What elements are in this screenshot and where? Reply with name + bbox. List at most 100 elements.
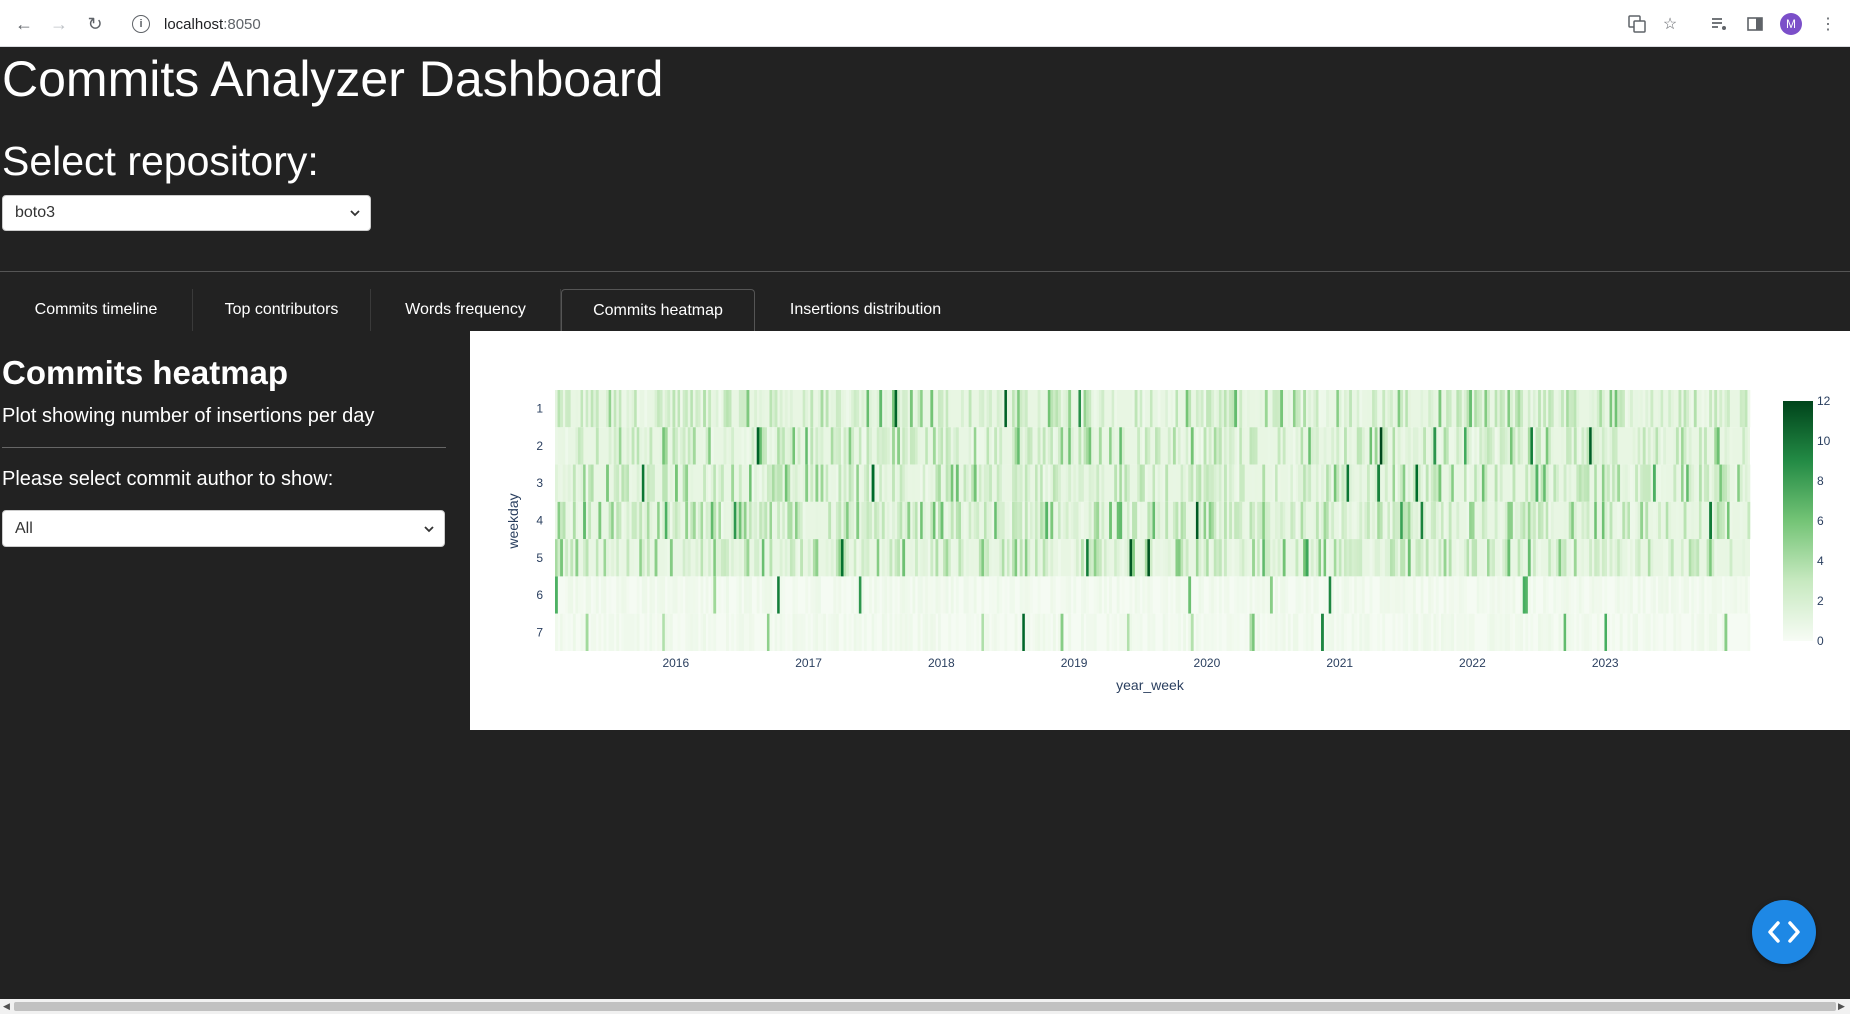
heatmap-cell[interactable]	[738, 613, 742, 651]
heatmap-cell[interactable]	[1147, 501, 1151, 540]
heatmap-cell[interactable]	[1719, 501, 1723, 540]
heatmap-cell[interactable]	[636, 576, 640, 614]
heatmap-cell[interactable]	[769, 539, 773, 577]
heatmap-cell[interactable]	[1448, 464, 1452, 502]
heatmap-cell[interactable]	[1175, 501, 1179, 540]
heatmap-cell[interactable]	[1509, 464, 1513, 502]
heatmap-cell[interactable]	[1629, 390, 1633, 428]
heatmap-cell[interactable]	[1045, 464, 1049, 502]
heatmap-cell[interactable]	[1050, 427, 1054, 465]
heatmap-cell[interactable]	[1571, 464, 1575, 502]
heatmap-cell[interactable]	[843, 427, 847, 465]
heatmap-cell[interactable]	[1037, 464, 1041, 502]
heatmap-cell[interactable]	[1571, 613, 1575, 651]
heatmap-cell[interactable]	[1387, 539, 1391, 577]
heatmap-cell[interactable]	[1520, 613, 1524, 651]
heatmap-cell[interactable]	[1405, 427, 1409, 465]
heatmap-cell[interactable]	[631, 390, 635, 428]
heatmap-cell[interactable]	[950, 464, 954, 502]
heatmap-cell[interactable]	[1507, 576, 1511, 614]
heatmap-cell[interactable]	[981, 464, 985, 502]
heatmap-cell[interactable]	[1481, 501, 1485, 540]
heatmap-cell[interactable]	[779, 539, 783, 577]
heatmap-cell[interactable]	[1673, 464, 1677, 502]
heatmap-cell[interactable]	[1045, 539, 1049, 577]
heatmap-cell[interactable]	[646, 501, 650, 540]
heatmap-cell[interactable]	[1675, 576, 1679, 614]
heatmap-cell[interactable]	[1218, 501, 1222, 540]
heatmap-cell[interactable]	[636, 427, 640, 465]
heatmap-cell[interactable]	[978, 427, 982, 465]
heatmap-cell[interactable]	[657, 613, 660, 651]
heatmap-cell[interactable]	[565, 390, 569, 428]
heatmap-cell[interactable]	[1520, 427, 1524, 465]
heatmap-cell[interactable]	[840, 427, 844, 465]
heatmap-cell[interactable]	[1165, 539, 1169, 577]
heatmap-cell[interactable]	[1446, 427, 1449, 465]
heatmap-cell[interactable]	[922, 576, 926, 614]
heatmap-cell[interactable]	[925, 613, 929, 651]
heatmap-cell[interactable]	[723, 427, 727, 465]
heatmap-cell[interactable]	[1201, 501, 1204, 540]
heatmap-cell[interactable]	[1584, 613, 1587, 651]
heatmap-cell[interactable]	[782, 501, 786, 540]
heatmap-cell[interactable]	[1469, 427, 1472, 465]
heatmap-cell[interactable]	[1405, 539, 1409, 577]
heatmap-cell[interactable]	[1241, 576, 1245, 614]
heatmap-cell[interactable]	[680, 427, 683, 465]
heatmap-cell[interactable]	[1081, 390, 1084, 428]
heatmap-cell[interactable]	[1106, 539, 1110, 577]
heatmap-cell[interactable]	[1241, 539, 1245, 577]
heatmap-cell[interactable]	[1517, 539, 1521, 577]
heatmap-cell[interactable]	[874, 613, 878, 651]
heatmap-cell[interactable]	[560, 464, 563, 502]
heatmap-cell[interactable]	[986, 427, 990, 465]
heatmap-cell[interactable]	[766, 576, 770, 614]
heatmap-cell[interactable]	[1167, 539, 1171, 577]
heatmap-cell[interactable]	[1591, 576, 1595, 614]
heatmap-cell[interactable]	[1155, 501, 1158, 540]
heatmap-cell[interactable]	[846, 501, 849, 540]
heatmap-cell[interactable]	[685, 576, 689, 614]
heatmap-cell[interactable]	[1591, 427, 1595, 465]
heatmap-cell[interactable]	[641, 539, 645, 577]
heatmap-cell[interactable]	[560, 390, 563, 428]
heatmap-cell[interactable]	[636, 613, 640, 651]
heatmap-cell[interactable]	[1379, 390, 1383, 428]
heatmap-cell[interactable]	[1471, 427, 1475, 465]
heatmap-cell[interactable]	[1425, 539, 1429, 577]
heatmap-cell[interactable]	[1042, 464, 1046, 502]
heatmap-cell[interactable]	[1086, 390, 1089, 428]
heatmap-cell[interactable]	[585, 390, 589, 428]
heatmap-cell[interactable]	[1481, 427, 1485, 465]
heatmap-cell[interactable]	[1719, 464, 1723, 502]
heatmap-cell[interactable]	[1586, 464, 1590, 502]
heatmap-cell[interactable]	[1458, 613, 1462, 651]
heatmap-cell[interactable]	[1474, 539, 1478, 577]
heatmap-cell[interactable]	[1111, 539, 1115, 577]
heatmap-cell[interactable]	[1640, 427, 1644, 465]
heatmap-svg[interactable]: 1234567 2016 2017 2018 2019 2020 2021 2022 2023…	[470, 331, 1850, 730]
heatmap-cell[interactable]	[876, 427, 880, 465]
heatmap-cell[interactable]	[1563, 576, 1567, 614]
heatmap-cell[interactable]	[1489, 613, 1493, 651]
heatmap-cell[interactable]	[1635, 390, 1638, 428]
heatmap-cell[interactable]	[687, 613, 691, 651]
heatmap-cell[interactable]	[690, 464, 694, 502]
heatmap-cell[interactable]	[1681, 464, 1684, 502]
heatmap-cell[interactable]	[1224, 539, 1227, 577]
heatmap-cell[interactable]	[555, 427, 558, 465]
heatmap-cell[interactable]	[802, 427, 806, 465]
heatmap-cell[interactable]	[1231, 390, 1235, 428]
heatmap-cell[interactable]	[1456, 613, 1460, 651]
heatmap-cell[interactable]	[1737, 576, 1741, 614]
heatmap-cell[interactable]	[848, 501, 852, 540]
heatmap-cell[interactable]	[1162, 464, 1166, 502]
heatmap-cell[interactable]	[1374, 427, 1378, 465]
heatmap-cell[interactable]	[1134, 613, 1138, 651]
heatmap-cell[interactable]	[802, 464, 806, 502]
heatmap-cell[interactable]	[1392, 613, 1396, 651]
heatmap-cell[interactable]	[1691, 501, 1695, 540]
heatmap-cell[interactable]	[1563, 501, 1567, 540]
heatmap-cell[interactable]	[1262, 464, 1266, 502]
